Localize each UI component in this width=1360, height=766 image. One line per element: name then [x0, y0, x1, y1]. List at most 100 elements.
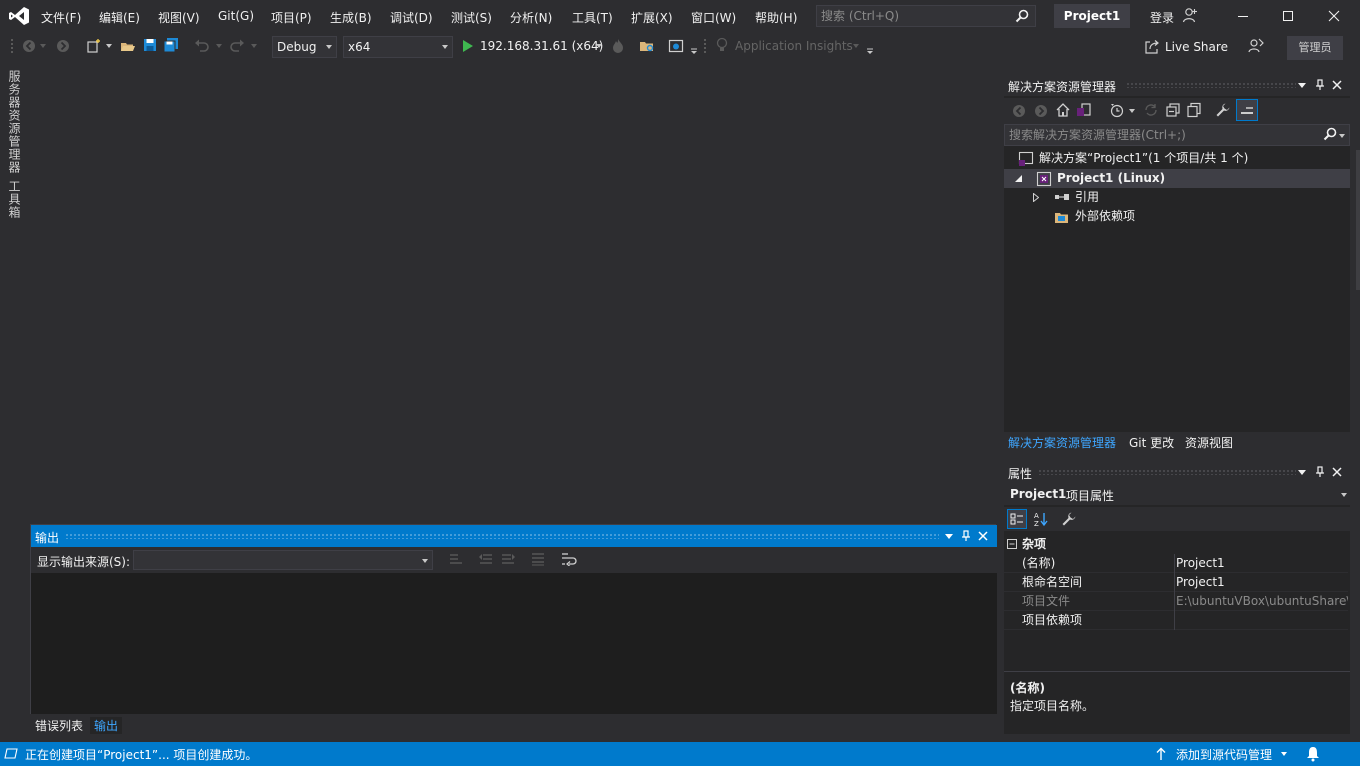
menu-test[interactable]: 测试(S) — [451, 9, 492, 26]
status-message-icon[interactable] — [4, 747, 18, 761]
output-panel-header[interactable]: 输出 — [31, 525, 997, 547]
open-folder-icon[interactable] — [120, 38, 136, 54]
alphabetical-sort-icon[interactable]: AZ — [1033, 511, 1049, 527]
menu-file[interactable]: 文件(F) — [41, 9, 81, 26]
save-all-icon[interactable] — [163, 37, 179, 53]
notifications-bell-icon[interactable] — [1306, 746, 1320, 762]
next-message-icon[interactable] — [501, 552, 515, 566]
tab-resource-view[interactable]: 资源视图 — [1185, 434, 1233, 451]
search-icon[interactable] — [1015, 9, 1029, 23]
categorized-icon[interactable] — [1007, 509, 1027, 529]
solution-search-box[interactable] — [1004, 124, 1350, 146]
navigate-forward-icon[interactable] — [56, 39, 70, 53]
minimize-icon[interactable] — [1235, 8, 1251, 24]
toolbar-grip-icon[interactable] — [703, 38, 707, 56]
property-value[interactable] — [1174, 611, 1348, 630]
pending-changes-filter-icon[interactable] — [1109, 102, 1125, 118]
sync-active-document-icon[interactable] — [1143, 102, 1159, 118]
pin-icon[interactable] — [961, 530, 971, 542]
run-target-dropdown-icon[interactable] — [596, 44, 602, 48]
application-insights-button[interactable]: Application Insights — [735, 39, 853, 53]
collapse-all-icon[interactable] — [1165, 102, 1181, 118]
server-explorer-tab[interactable]: 服务器资源管理器 — [6, 70, 23, 174]
arrow-up-icon[interactable] — [1156, 747, 1166, 760]
menu-edit[interactable]: 编辑(E) — [99, 9, 140, 26]
previous-message-icon[interactable] — [479, 552, 493, 566]
home-icon[interactable] — [1055, 102, 1071, 118]
menu-project[interactable]: 项目(P) — [271, 9, 312, 26]
tree-item-references[interactable]: 引用 — [1004, 188, 1350, 207]
menu-tools[interactable]: 工具(T) — [572, 9, 613, 26]
panel-drag-grip[interactable] — [1038, 469, 1296, 475]
undo-dropdown-icon[interactable] — [216, 44, 222, 48]
lightbulb-icon[interactable] — [716, 37, 728, 53]
live-share-button[interactable]: Live Share — [1165, 40, 1228, 54]
source-control-dropdown-icon[interactable] — [1281, 752, 1287, 756]
hot-reload-flame-icon[interactable] — [611, 38, 625, 54]
forward-icon[interactable] — [1034, 104, 1048, 118]
menu-help[interactable]: 帮助(H) — [755, 9, 797, 26]
collapsed-arrow-icon[interactable] — [1033, 193, 1039, 202]
property-row-name[interactable]: (名称) Project1 — [1004, 554, 1348, 573]
clear-all-icon[interactable] — [531, 552, 545, 566]
tree-item-external-dependencies[interactable]: 外部依赖项 — [1004, 207, 1350, 226]
output-text-area[interactable] — [31, 573, 997, 714]
tab-solution-explorer[interactable]: 解决方案资源管理器 — [1008, 434, 1116, 451]
back-dropdown-icon[interactable] — [40, 44, 46, 48]
filter-dropdown-icon[interactable] — [1129, 109, 1135, 113]
visual-studio-logo-icon[interactable] — [8, 6, 30, 26]
search-options-dropdown-icon[interactable] — [1339, 134, 1345, 138]
panel-drag-grip[interactable] — [65, 533, 939, 539]
close-panel-icon[interactable] — [1332, 467, 1342, 477]
find-message-in-code-icon[interactable] — [449, 552, 463, 566]
output-source-select[interactable] — [133, 550, 433, 570]
menu-window[interactable]: 窗口(W) — [691, 9, 736, 26]
tab-error-list[interactable]: 错误列表 — [31, 717, 87, 734]
tab-output[interactable]: 输出 — [90, 717, 123, 734]
tab-git-changes[interactable]: Git 更改 — [1129, 434, 1174, 451]
panel-drag-grip[interactable] — [1126, 82, 1296, 88]
property-value[interactable]: Project1 — [1174, 573, 1348, 592]
panel-menu-dropdown-icon[interactable] — [1298, 83, 1306, 88]
maximize-icon[interactable] — [1280, 8, 1296, 24]
menu-view[interactable]: 视图(V) — [158, 9, 200, 26]
toolbox-tab[interactable]: 工具箱 — [6, 180, 23, 219]
redo-dropdown-icon[interactable] — [251, 44, 257, 48]
property-row-project-dependencies[interactable]: 项目依赖项 — [1004, 611, 1348, 630]
property-row-project-file[interactable]: 项目文件 E:\ubuntuVBox\ubuntuShare\L — [1004, 592, 1348, 611]
toolbar-overflow-icon[interactable] — [690, 48, 698, 54]
panel-menu-dropdown-icon[interactable] — [1298, 470, 1306, 475]
close-panel-icon[interactable] — [978, 531, 988, 541]
solution-platform-combo[interactable]: x64 — [343, 36, 453, 58]
menu-build[interactable]: 生成(B) — [330, 9, 372, 26]
menu-debug[interactable]: 调试(D) — [390, 9, 433, 26]
tree-item-solution[interactable]: 解决方案“Project1”(1 个项目/共 1 个) — [1004, 149, 1350, 168]
expanded-arrow-icon[interactable] — [1015, 175, 1022, 182]
solution-configuration-combo[interactable]: Debug — [272, 36, 337, 58]
new-dropdown-icon[interactable] — [106, 44, 112, 48]
app-insights-dropdown-icon[interactable] — [853, 44, 859, 48]
property-value[interactable]: E:\ubuntuVBox\ubuntuShare\L — [1174, 592, 1348, 611]
properties-header[interactable]: 属性 — [1004, 461, 1350, 483]
add-to-source-control-button[interactable]: 添加到源代码管理 — [1176, 746, 1272, 763]
solution-explorer-header[interactable]: 解决方案资源管理器 — [1004, 74, 1350, 96]
tree-item-project[interactable]: Project1 (Linux) — [1004, 169, 1350, 188]
browser-link-icon[interactable] — [668, 38, 684, 54]
panel-menu-dropdown-icon[interactable] — [945, 534, 953, 539]
live-share-icon[interactable] — [1144, 39, 1160, 55]
redo-icon[interactable] — [229, 38, 245, 52]
solution-explorer-folder-icon[interactable] — [639, 38, 655, 54]
new-project-icon[interactable] — [86, 38, 102, 54]
navigate-back-icon[interactable] — [22, 39, 36, 53]
user-icon[interactable] — [1182, 7, 1198, 23]
preview-selected-items-icon[interactable] — [1236, 99, 1258, 121]
menu-analyze[interactable]: 分析(N) — [510, 9, 552, 26]
toggle-word-wrap-icon[interactable] — [561, 552, 577, 566]
start-debug-play-icon[interactable] — [463, 40, 473, 52]
show-all-files-icon[interactable] — [1186, 102, 1202, 118]
search-icon[interactable] — [1323, 127, 1337, 141]
global-search-input[interactable] — [821, 8, 1011, 24]
properties-wrench-icon[interactable] — [1215, 102, 1231, 118]
feedback-icon[interactable] — [1248, 38, 1264, 54]
sign-in-link[interactable]: 登录 — [1150, 9, 1174, 26]
